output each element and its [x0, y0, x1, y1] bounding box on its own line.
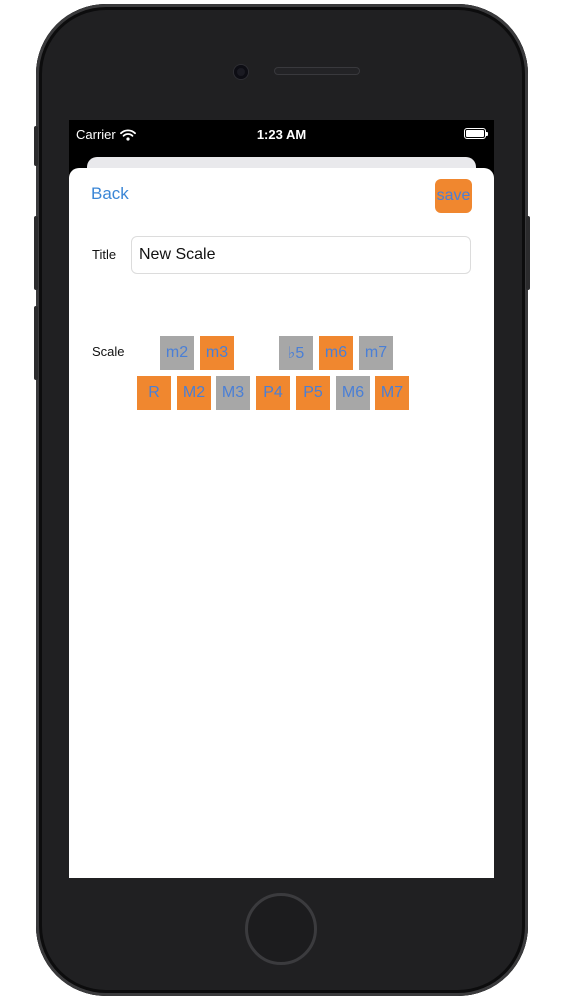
note-button-flat5[interactable]: ♭5 [279, 336, 313, 370]
note-button-M3[interactable]: M3 [216, 376, 250, 410]
note-button-m2[interactable]: m2 [160, 336, 194, 370]
save-button[interactable]: save [435, 179, 472, 213]
note-button-M7[interactable]: M7 [375, 376, 409, 410]
title-label: Title [92, 247, 117, 262]
earpiece-speaker [274, 67, 360, 75]
scale-label: Scale [92, 344, 125, 359]
screen: Carrier 1:23 AM Back save Title Scale m2… [69, 120, 494, 878]
status-time: 1:23 AM [256, 127, 307, 142]
mute-switch [34, 126, 38, 166]
note-button-M2[interactable]: M2 [177, 376, 211, 410]
note-button-m6[interactable]: m6 [319, 336, 353, 370]
note-button-M6[interactable]: M6 [336, 376, 370, 410]
power-button [526, 216, 530, 290]
volume-down-button [34, 306, 38, 380]
volume-up-button [34, 216, 38, 290]
home-button[interactable] [245, 893, 317, 965]
battery-icon [464, 128, 488, 139]
status-bar: Carrier 1:23 AM [69, 120, 494, 148]
note-button-m7[interactable]: m7 [359, 336, 393, 370]
note-button-P4[interactable]: P4 [256, 376, 290, 410]
front-camera [234, 65, 248, 79]
scale-editor-sheet: Back save Title Scale m2 m3 ♭5 m6 m7 R M… [69, 168, 494, 878]
back-button[interactable]: Back [91, 184, 129, 204]
title-input[interactable] [131, 236, 471, 274]
note-button-P5[interactable]: P5 [296, 376, 330, 410]
note-button-m3[interactable]: m3 [200, 336, 234, 370]
note-button-root[interactable]: R [137, 376, 171, 410]
